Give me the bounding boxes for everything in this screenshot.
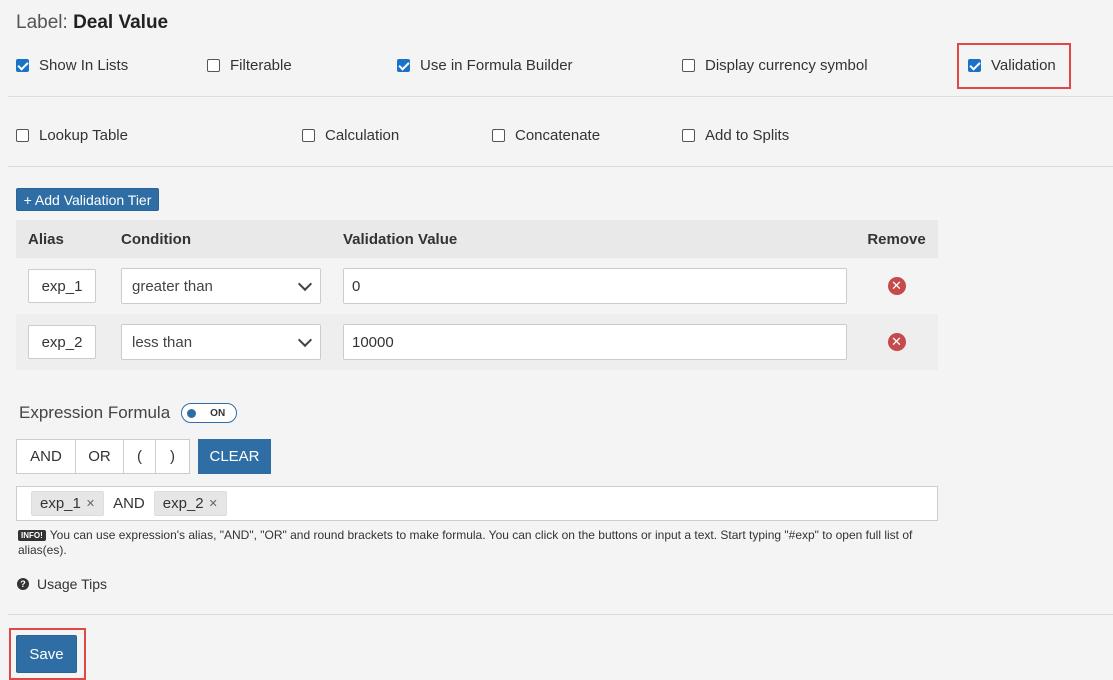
checkbox-calculation[interactable]: [302, 129, 315, 142]
operator-open-paren-button[interactable]: (: [123, 439, 156, 474]
divider: [8, 96, 1113, 97]
option-label: Filterable: [230, 57, 292, 74]
close-icon[interactable]: ✕: [209, 497, 218, 510]
option-filterable[interactable]: Filterable: [207, 57, 292, 74]
option-label: Calculation: [325, 127, 400, 144]
checkbox-use-in-formula-builder[interactable]: [397, 59, 410, 72]
column-header-condition: Condition: [121, 230, 191, 248]
usage-tips-link[interactable]: ? Usage Tips: [17, 576, 107, 592]
checkbox-show-in-lists[interactable]: [16, 59, 29, 72]
option-label: Show In Lists: [39, 57, 129, 74]
option-calculation[interactable]: Calculation: [302, 127, 399, 144]
operator-or-button[interactable]: OR: [75, 439, 124, 474]
option-validation[interactable]: Validation: [968, 57, 1056, 74]
save-button[interactable]: Save: [16, 635, 77, 673]
column-header-alias: Alias: [28, 230, 64, 248]
option-label: Concatenate: [515, 127, 601, 144]
info-message: INFO! You can use expression's alias, "AN…: [18, 528, 943, 558]
divider: [8, 166, 1113, 167]
chevron-down-icon: [297, 276, 313, 291]
info-text: You can use expression's alias, "AND", "…: [18, 528, 913, 557]
token-label: exp_2: [162, 495, 204, 512]
field-label-heading: Label: Deal Value: [16, 12, 168, 34]
condition-value: greater than: [132, 277, 213, 295]
checkbox-filterable[interactable]: [207, 59, 220, 72]
option-label: Lookup Table: [39, 127, 128, 144]
option-show-in-lists[interactable]: Show In Lists: [16, 57, 128, 74]
column-header-value: Validation Value: [343, 230, 458, 248]
expression-title: Expression Formula: [19, 403, 171, 422]
question-circle-icon: ?: [17, 578, 29, 590]
formula-input[interactable]: exp_1 ✕ AND exp_2 ✕: [16, 486, 938, 521]
condition-value: less than: [132, 333, 193, 351]
usage-tips-label: Usage Tips: [37, 576, 108, 592]
option-label: Display currency symbol: [705, 57, 868, 74]
validation-value-input[interactable]: 10000: [343, 324, 847, 360]
validation-table: Alias Condition Validation Value Remove …: [16, 220, 938, 370]
checkbox-validation[interactable]: [968, 59, 981, 72]
checkbox-add-to-splits[interactable]: [682, 129, 695, 142]
expression-toggle[interactable]: ON: [181, 403, 238, 423]
label-value: Deal Value: [73, 12, 169, 33]
alias-input[interactable]: exp_1: [28, 269, 96, 303]
chevron-down-icon: [297, 332, 313, 347]
table-header: Alias Condition Validation Value Remove: [16, 220, 938, 258]
clear-button[interactable]: CLEAR: [198, 439, 271, 474]
condition-select[interactable]: greater than: [121, 268, 321, 304]
toggle-label: ON: [210, 407, 226, 419]
close-icon[interactable]: ✕: [86, 497, 95, 510]
option-lookup-table[interactable]: Lookup Table: [16, 127, 128, 144]
option-display-currency-symbol[interactable]: Display currency symbol: [682, 57, 868, 74]
table-row: exp_1 greater than 0 ✕: [16, 258, 938, 314]
formula-operator: AND: [113, 495, 145, 512]
alias-input[interactable]: exp_2: [28, 325, 96, 359]
formula-token[interactable]: exp_2 ✕: [153, 491, 227, 516]
checkbox-concatenate[interactable]: [492, 129, 505, 142]
add-validation-tier-button[interactable]: + Add Validation Tier: [16, 188, 159, 211]
validation-value-input[interactable]: 0: [343, 268, 847, 304]
option-concatenate[interactable]: Concatenate: [492, 127, 600, 144]
divider: [8, 614, 1113, 615]
option-label: Add to Splits: [705, 127, 790, 144]
remove-icon[interactable]: ✕: [887, 276, 906, 295]
formula-token[interactable]: exp_1 ✕: [31, 491, 105, 516]
option-label: Validation: [991, 57, 1056, 74]
toggle-knob: [187, 408, 197, 418]
remove-icon[interactable]: ✕: [887, 332, 906, 351]
expression-formula-heading: Expression Formula ON: [19, 403, 238, 423]
column-header-remove: Remove: [867, 230, 926, 248]
table-row: exp_2 less than 10000 ✕: [16, 314, 938, 370]
token-label: exp_1: [40, 495, 81, 512]
operator-and-button[interactable]: AND: [16, 439, 76, 474]
checkbox-display-currency-symbol[interactable]: [682, 59, 695, 72]
checkbox-lookup-table[interactable]: [16, 129, 29, 142]
operator-button-group: AND OR ( ) CLEAR: [16, 439, 271, 474]
option-add-to-splits[interactable]: Add to Splits: [682, 127, 789, 144]
option-label: Use in Formula Builder: [420, 57, 573, 74]
option-use-in-formula-builder[interactable]: Use in Formula Builder: [397, 57, 573, 74]
label-prefix: Label:: [16, 12, 68, 33]
condition-select[interactable]: less than: [121, 324, 321, 360]
operator-close-paren-button[interactable]: ): [155, 439, 190, 474]
info-badge: INFO!: [18, 530, 46, 541]
